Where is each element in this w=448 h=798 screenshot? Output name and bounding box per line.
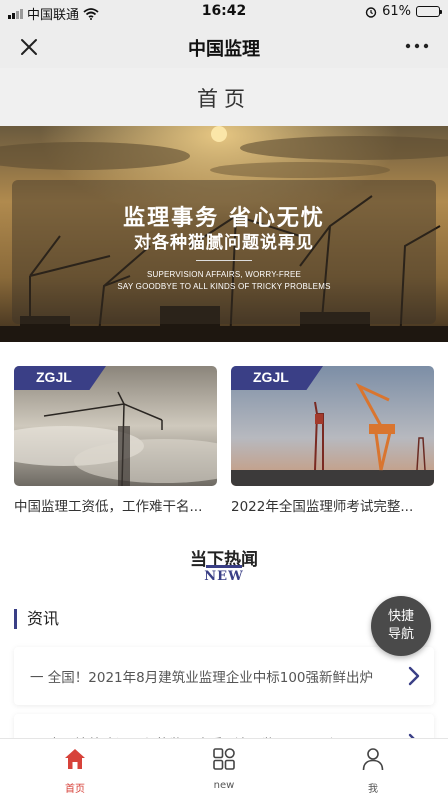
tab-new[interactable]: new [149,739,299,798]
alarm-icon [365,6,377,18]
page-header: 首页 [0,68,448,126]
hot-section-subtitle: NEW [204,569,244,584]
nav-bar: 中国监理 [0,24,448,68]
banner-subline: 对各种猫腻问题说再见 [134,233,314,253]
nav-title: 中国监理 [188,39,260,60]
tab-new-label: new [213,780,235,791]
card-title: 2022年全国监理师考试完整... [231,499,414,515]
news-item-text: 一 全国！2021年8月建筑业监理企业中标100强新鲜出炉 [30,670,374,686]
banner[interactable]: 监理事务 省心无忧 对各种猫腻问题说再见 SUPERVISION AFFAIRS… [0,126,448,342]
quick-nav-line2: 导航 [387,627,414,642]
battery-percent: 61% [382,4,411,19]
page-title: 首页 [197,87,251,111]
card-title: 中国监理工资低，工作难干名... [14,499,203,515]
banner-divider [196,260,252,261]
status-right: 61% [365,4,442,19]
more-icon[interactable] [404,36,430,56]
status-bar: 中国联通 16:42 61% [0,0,448,24]
article-cards: ZGJL 中国监理工资低，工作难干名... ZGJL 2022年全国监理师考试完… [14,366,434,516]
chevron-right-icon [408,666,420,686]
tab-home[interactable]: 首页 [0,739,150,798]
banner-english-line1: SUPERVISION AFFAIRS, WORRY-FREE [146,270,302,279]
quick-nav-line1: 快捷 [387,609,414,624]
tab-me[interactable]: 我 [298,739,448,798]
article-card[interactable]: ZGJL 2022年全国监理师考试完整... [231,366,434,516]
home-icon [65,749,85,769]
quick-nav-button[interactable]: 快捷 导航 [371,596,431,656]
tab-me-label: 我 [368,784,378,795]
article-card[interactable]: ZGJL 中国监理工资低，工作难干名... [14,366,217,516]
banner-english-line2: SAY GOODBYE TO ALL KINDS OF TRICKY PROBL… [117,282,331,291]
news-list-item[interactable]: 一 全国！2021年8月建筑业监理企业中标100强新鲜出炉 [14,647,434,705]
battery-icon [416,6,442,17]
news-heading: 资讯 [14,609,59,629]
tab-bar: 首页 new 我 [0,738,448,798]
grid-icon [213,748,235,770]
tab-home-label: 首页 [65,784,85,795]
person-icon [362,748,384,771]
hot-section-underline [206,565,242,568]
